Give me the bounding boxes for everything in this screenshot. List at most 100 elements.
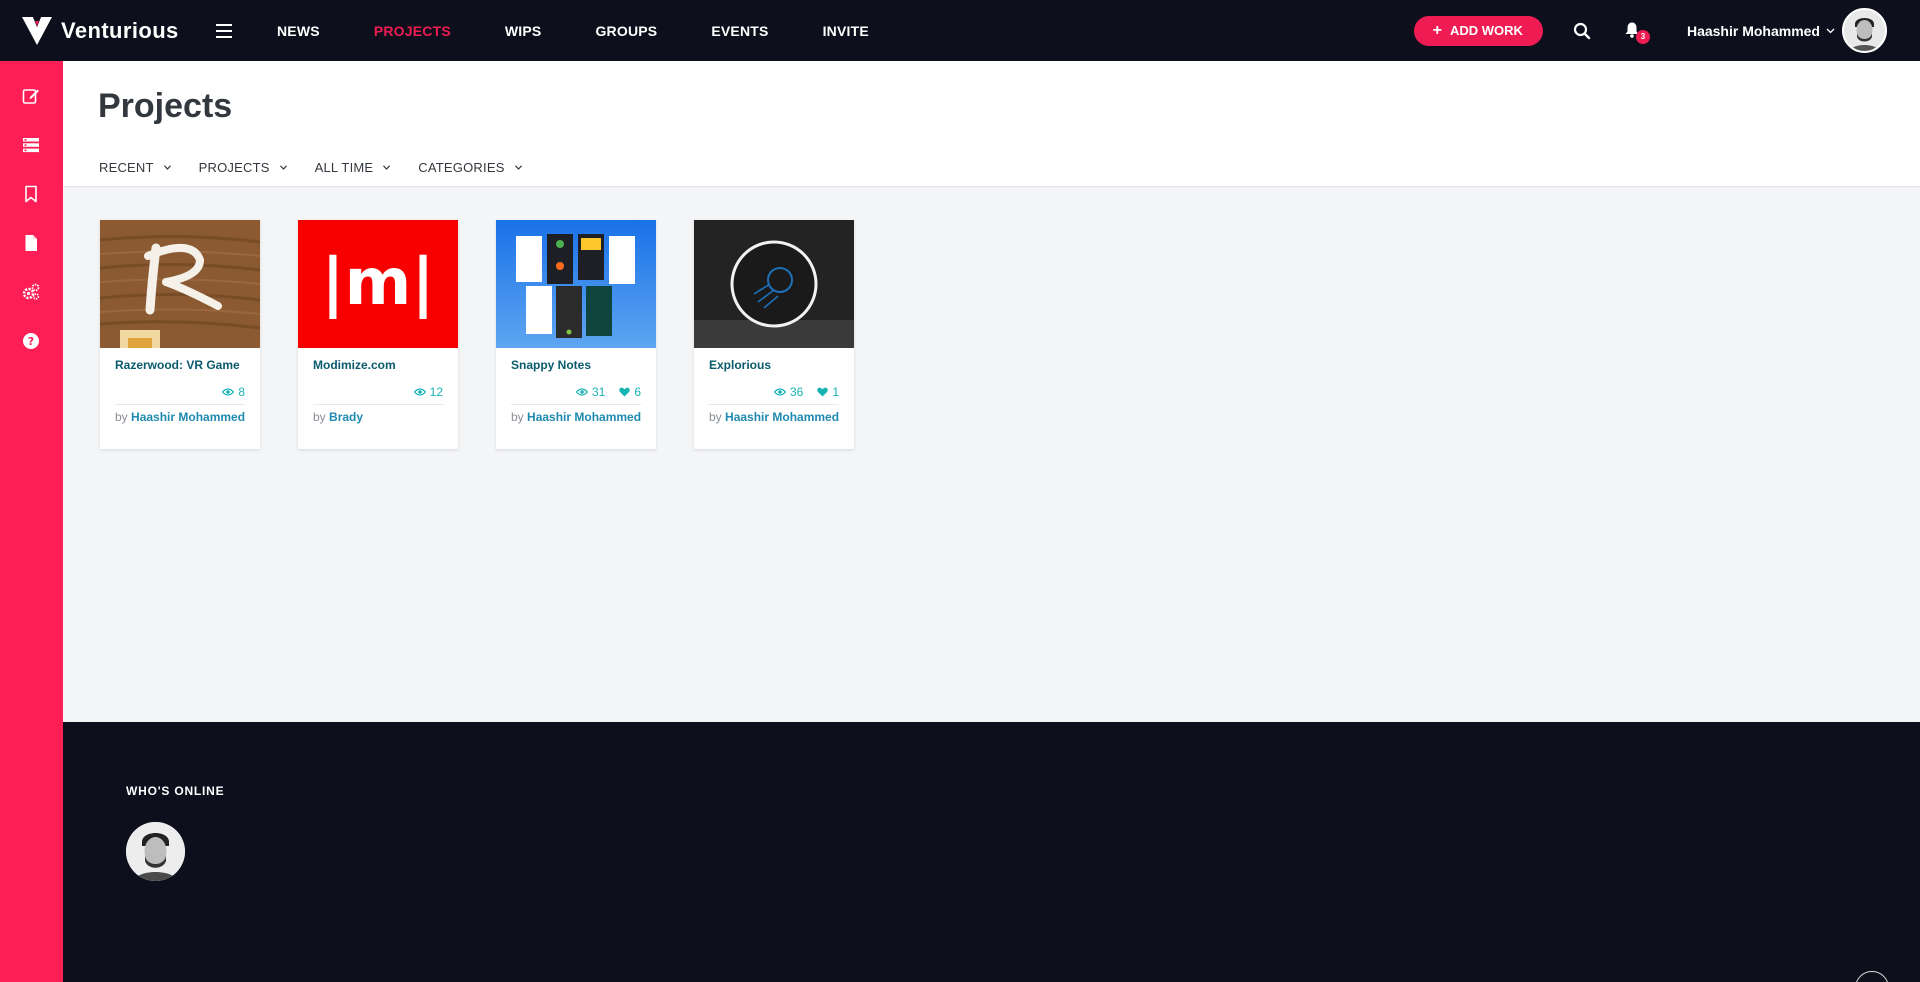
nav-invite[interactable]: INVITE <box>823 23 869 39</box>
sidebar: ? <box>0 61 63 982</box>
chevron-down-icon <box>279 165 287 170</box>
chevron-down-icon <box>514 165 522 170</box>
heart-icon <box>619 387 631 397</box>
filter-label: RECENT <box>99 160 154 175</box>
project-thumbnail[interactable] <box>100 220 260 348</box>
views-stat: 12 <box>413 385 443 399</box>
venturious-logo-icon <box>22 16 52 45</box>
add-work-label: ADD WORK <box>1450 23 1523 38</box>
views-stat: 8 <box>222 385 245 399</box>
likes-stat: 6 <box>619 385 641 399</box>
filter-label: CATEGORIES <box>418 160 505 175</box>
filter-bar: RECENT PROJECTS ALL TIME CATEGORIES <box>99 160 550 175</box>
views-stat: 36 <box>773 385 804 399</box>
project-thumbnail[interactable]: |m| <box>298 220 458 348</box>
menu-icon[interactable] <box>216 23 232 38</box>
project-thumbnail[interactable] <box>496 220 656 348</box>
settings-icon[interactable] <box>22 283 40 301</box>
chevron-down-icon <box>163 165 171 170</box>
notification-badge: 3 <box>1635 29 1650 44</box>
help-icon[interactable]: ? <box>22 332 40 350</box>
eye-icon <box>222 388 235 396</box>
plus-icon: + <box>1432 21 1443 39</box>
project-byline: by Haashir Mohammed <box>511 410 646 424</box>
nav-projects[interactable]: PROJECTS <box>374 23 451 39</box>
author-link[interactable]: Haashir Mohammed <box>725 410 839 424</box>
eye-icon <box>773 388 786 396</box>
project-title[interactable]: Snappy Notes <box>511 358 591 372</box>
user-name[interactable]: Haashir Mohammed <box>1687 23 1820 39</box>
card-divider <box>115 404 245 405</box>
heart-icon <box>817 387 829 397</box>
views-count: 12 <box>429 385 443 399</box>
by-prefix: by <box>115 410 128 424</box>
main-nav: NEWS PROJECTS WIPS GROUPS EVENTS INVITE <box>277 23 923 39</box>
modimize-logo-text: |m| <box>321 246 434 320</box>
footer: WHO'S ONLINE <box>63 722 1920 982</box>
project-stats: 8 <box>208 385 245 399</box>
eye-icon <box>575 388 588 396</box>
page-header: Projects RECENT PROJECTS ALL TIME CATEGO… <box>63 61 1920 187</box>
project-title[interactable]: Modimize.com <box>313 358 396 372</box>
bookmark-icon[interactable] <box>22 185 40 203</box>
by-prefix: by <box>709 410 722 424</box>
author-link[interactable]: Brady <box>329 410 363 424</box>
online-user-avatar[interactable] <box>126 822 185 881</box>
notifications-button[interactable]: 3 <box>1625 22 1650 44</box>
wood-r-logo-image <box>100 220 260 348</box>
add-work-button[interactable]: + ADD WORK <box>1413 15 1543 46</box>
filter-recent[interactable]: RECENT <box>99 160 171 175</box>
nav-wips[interactable]: WIPS <box>505 23 542 39</box>
nav-news[interactable]: NEWS <box>277 23 320 39</box>
author-link[interactable]: Haashir Mohammed <box>131 410 245 424</box>
project-thumbnail[interactable] <box>694 220 854 348</box>
nav-groups[interactable]: GROUPS <box>595 23 657 39</box>
brand-name: Venturious <box>61 17 179 43</box>
avatar-portrait-icon <box>1844 10 1885 51</box>
nav-events[interactable]: EVENTS <box>711 23 768 39</box>
filter-projects[interactable]: PROJECTS <box>199 160 287 175</box>
author-link[interactable]: Haashir Mohammed <box>527 410 641 424</box>
list-icon[interactable] <box>22 136 40 154</box>
likes-count: 1 <box>832 385 839 399</box>
project-stats: 36 1 <box>760 385 839 399</box>
project-byline: by Brady <box>313 410 448 424</box>
project-byline: by Haashir Mohammed <box>709 410 844 424</box>
project-title[interactable]: Explorious <box>709 358 771 372</box>
app-screens-image <box>496 220 656 348</box>
edit-icon[interactable] <box>22 87 40 105</box>
filter-time[interactable]: ALL TIME <box>315 160 391 175</box>
card-divider <box>313 404 443 405</box>
views-count: 36 <box>789 385 804 399</box>
chevron-down-icon[interactable] <box>1826 26 1835 35</box>
top-right-actions: + ADD WORK 3 Haashir Mohammed <box>1413 0 1920 61</box>
project-title[interactable]: Razerwood: VR Game <box>115 358 240 372</box>
chevron-down-icon <box>383 165 391 170</box>
card-divider <box>511 404 641 405</box>
likes-count: 6 <box>634 385 641 399</box>
project-card[interactable]: |m| Modimize.com 12 by Brady <box>298 220 458 449</box>
project-card[interactable]: Snappy Notes 31 6 by Haashir Mohammed <box>496 220 656 449</box>
views-count: 8 <box>238 385 245 399</box>
card-divider <box>709 404 839 405</box>
avatar-portrait-icon <box>126 822 185 881</box>
project-card[interactable]: Explorious 36 1 by Haashir Mohammed <box>694 220 854 449</box>
modimize-logo-image: |m| <box>298 220 458 348</box>
filter-label: PROJECTS <box>198 160 270 175</box>
brand[interactable]: Venturious <box>22 16 194 45</box>
eye-icon <box>413 388 426 396</box>
document-icon[interactable] <box>22 234 40 252</box>
filter-label: ALL TIME <box>314 160 374 175</box>
scroll-to-top-button[interactable] <box>1855 971 1889 982</box>
project-card[interactable]: Razerwood: VR Game 8 by Haashir Mohammed <box>100 220 260 449</box>
filter-categories[interactable]: CATEGORIES <box>418 160 522 175</box>
project-byline: by Haashir Mohammed <box>115 410 250 424</box>
search-icon[interactable] <box>1573 22 1591 40</box>
svg-text:?: ? <box>28 335 34 348</box>
avatar[interactable] <box>1842 8 1887 53</box>
page-title: Projects <box>98 87 233 125</box>
likes-stat: 1 <box>817 385 839 399</box>
views-count: 31 <box>591 385 606 399</box>
explorious-logo-image <box>694 220 854 348</box>
by-prefix: by <box>511 410 524 424</box>
